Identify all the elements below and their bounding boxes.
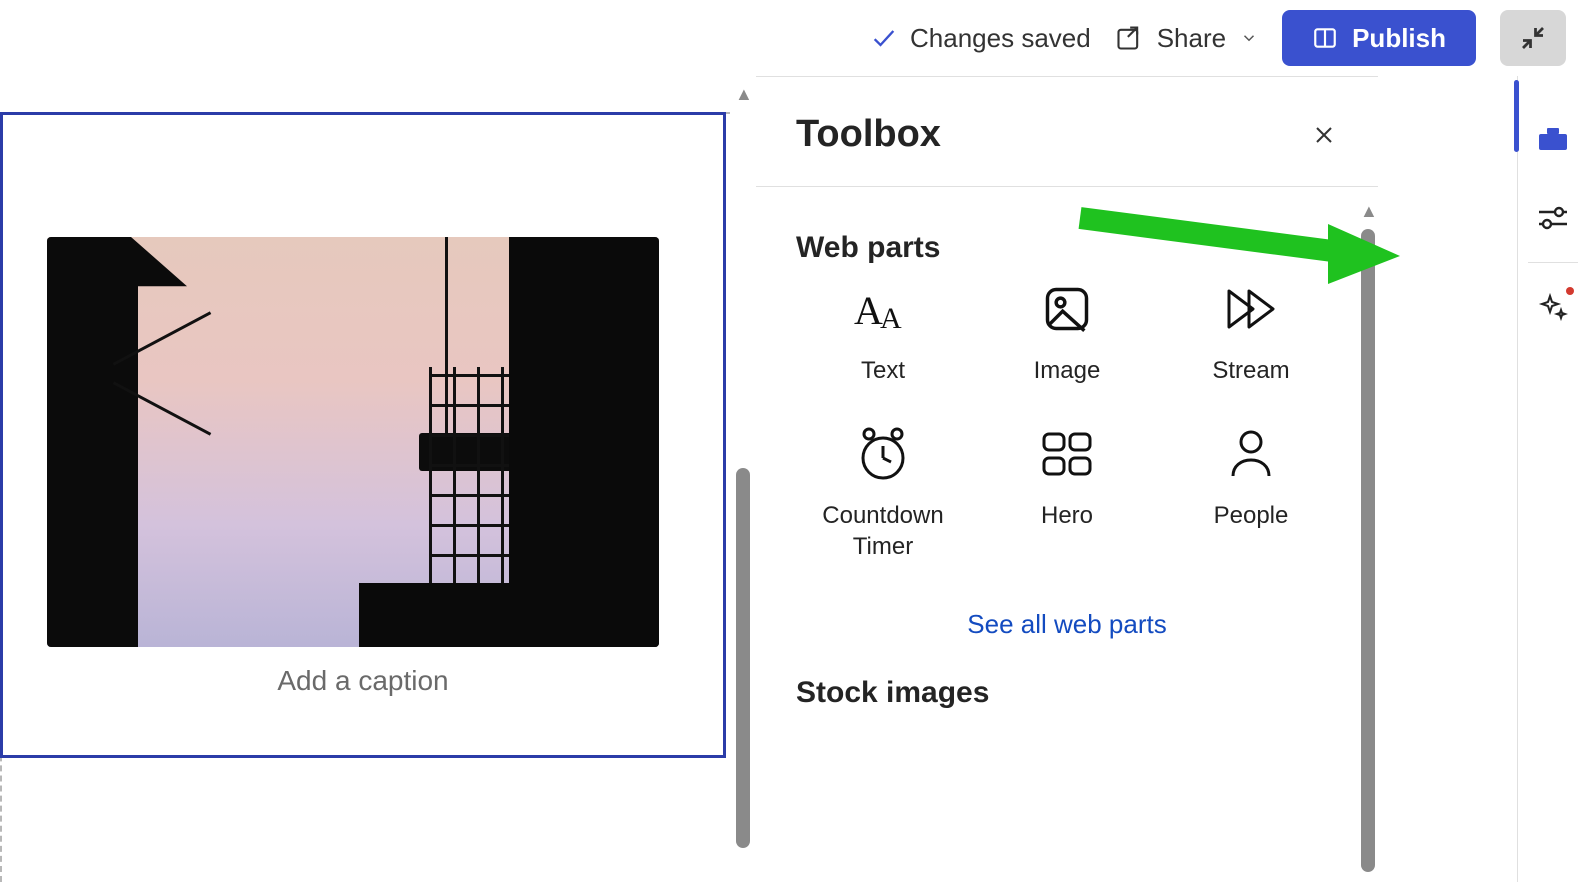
rail-divider: [1528, 262, 1578, 263]
webpart-label: Text: [861, 355, 905, 386]
hero-icon: [1040, 426, 1094, 482]
share-button[interactable]: Share: [1115, 23, 1258, 54]
publish-button[interactable]: Publish: [1282, 10, 1476, 66]
webpart-people[interactable]: People: [1164, 426, 1338, 562]
text-icon: AA: [854, 281, 912, 337]
scroll-thumb[interactable]: [1361, 229, 1375, 872]
publish-label: Publish: [1352, 23, 1446, 54]
close-panel-button[interactable]: [1306, 122, 1342, 148]
panel-title: Toolbox: [796, 113, 941, 156]
save-status: Changes saved: [870, 23, 1091, 54]
webpart-countdown-timer[interactable]: Countdown Timer: [796, 426, 970, 562]
see-all-webparts-link[interactable]: See all web parts: [796, 609, 1338, 640]
webparts-grid: AA Text Image Stream: [796, 281, 1338, 563]
collapse-icon: [1518, 23, 1548, 53]
section-heading-webparts: Web parts: [796, 231, 1338, 265]
rail-ai-button[interactable]: [1518, 267, 1588, 347]
checkmark-icon: [870, 24, 898, 52]
webpart-label: Image: [1034, 355, 1101, 386]
image-icon: [1041, 281, 1093, 337]
content-image[interactable]: [47, 237, 659, 647]
svg-text:A: A: [880, 302, 902, 334]
toolbox-panel: Toolbox Web parts AA Text: [756, 76, 1378, 882]
selected-webpart[interactable]: Add a caption: [0, 112, 726, 758]
scroll-thumb[interactable]: [736, 468, 750, 848]
webpart-stream[interactable]: Stream: [1164, 281, 1338, 386]
sparkle-icon: [1538, 292, 1568, 322]
panel-scrollbar[interactable]: ▲: [1358, 195, 1378, 882]
share-label: Share: [1157, 23, 1226, 54]
scroll-up-icon[interactable]: ▲: [735, 84, 753, 105]
share-icon: [1115, 24, 1143, 52]
panel-body: Web parts AA Text Image: [756, 195, 1378, 882]
rail-settings-button[interactable]: [1518, 178, 1588, 258]
clock-icon: [857, 426, 909, 482]
webpart-label: Hero: [1041, 500, 1093, 531]
canvas-scrollbar[interactable]: ▲: [732, 76, 754, 882]
app-root: Changes saved Share Publish: [0, 0, 1588, 882]
collapse-pane-button[interactable]: [1500, 10, 1566, 66]
stream-icon: [1223, 281, 1279, 337]
save-status-text: Changes saved: [910, 23, 1091, 54]
scroll-up-icon[interactable]: ▲: [1360, 201, 1378, 222]
caption-input[interactable]: Add a caption: [3, 665, 723, 697]
close-icon: [1312, 123, 1336, 147]
notification-dot-icon: [1566, 287, 1574, 295]
book-icon: [1312, 25, 1338, 51]
toolbox-icon: [1537, 123, 1569, 153]
webpart-text[interactable]: AA Text: [796, 281, 970, 386]
people-icon: [1227, 426, 1275, 482]
webpart-image[interactable]: Image: [980, 281, 1154, 386]
page-canvas[interactable]: Add a caption: [0, 80, 730, 882]
top-command-bar: Changes saved Share Publish: [870, 0, 1588, 76]
webpart-label: Stream: [1212, 355, 1289, 386]
section-heading-stock: Stock images: [796, 676, 1338, 710]
webpart-hero[interactable]: Hero: [980, 426, 1154, 562]
svg-text:A: A: [854, 288, 883, 333]
chevron-down-icon: [1240, 29, 1258, 47]
panel-header: Toolbox: [756, 77, 1378, 187]
sliders-icon: [1537, 204, 1569, 232]
rail-toolbox-button[interactable]: [1518, 98, 1588, 178]
webpart-label: Countdown Timer: [796, 500, 970, 562]
webpart-label: People: [1214, 500, 1289, 531]
right-rail: [1517, 76, 1588, 882]
